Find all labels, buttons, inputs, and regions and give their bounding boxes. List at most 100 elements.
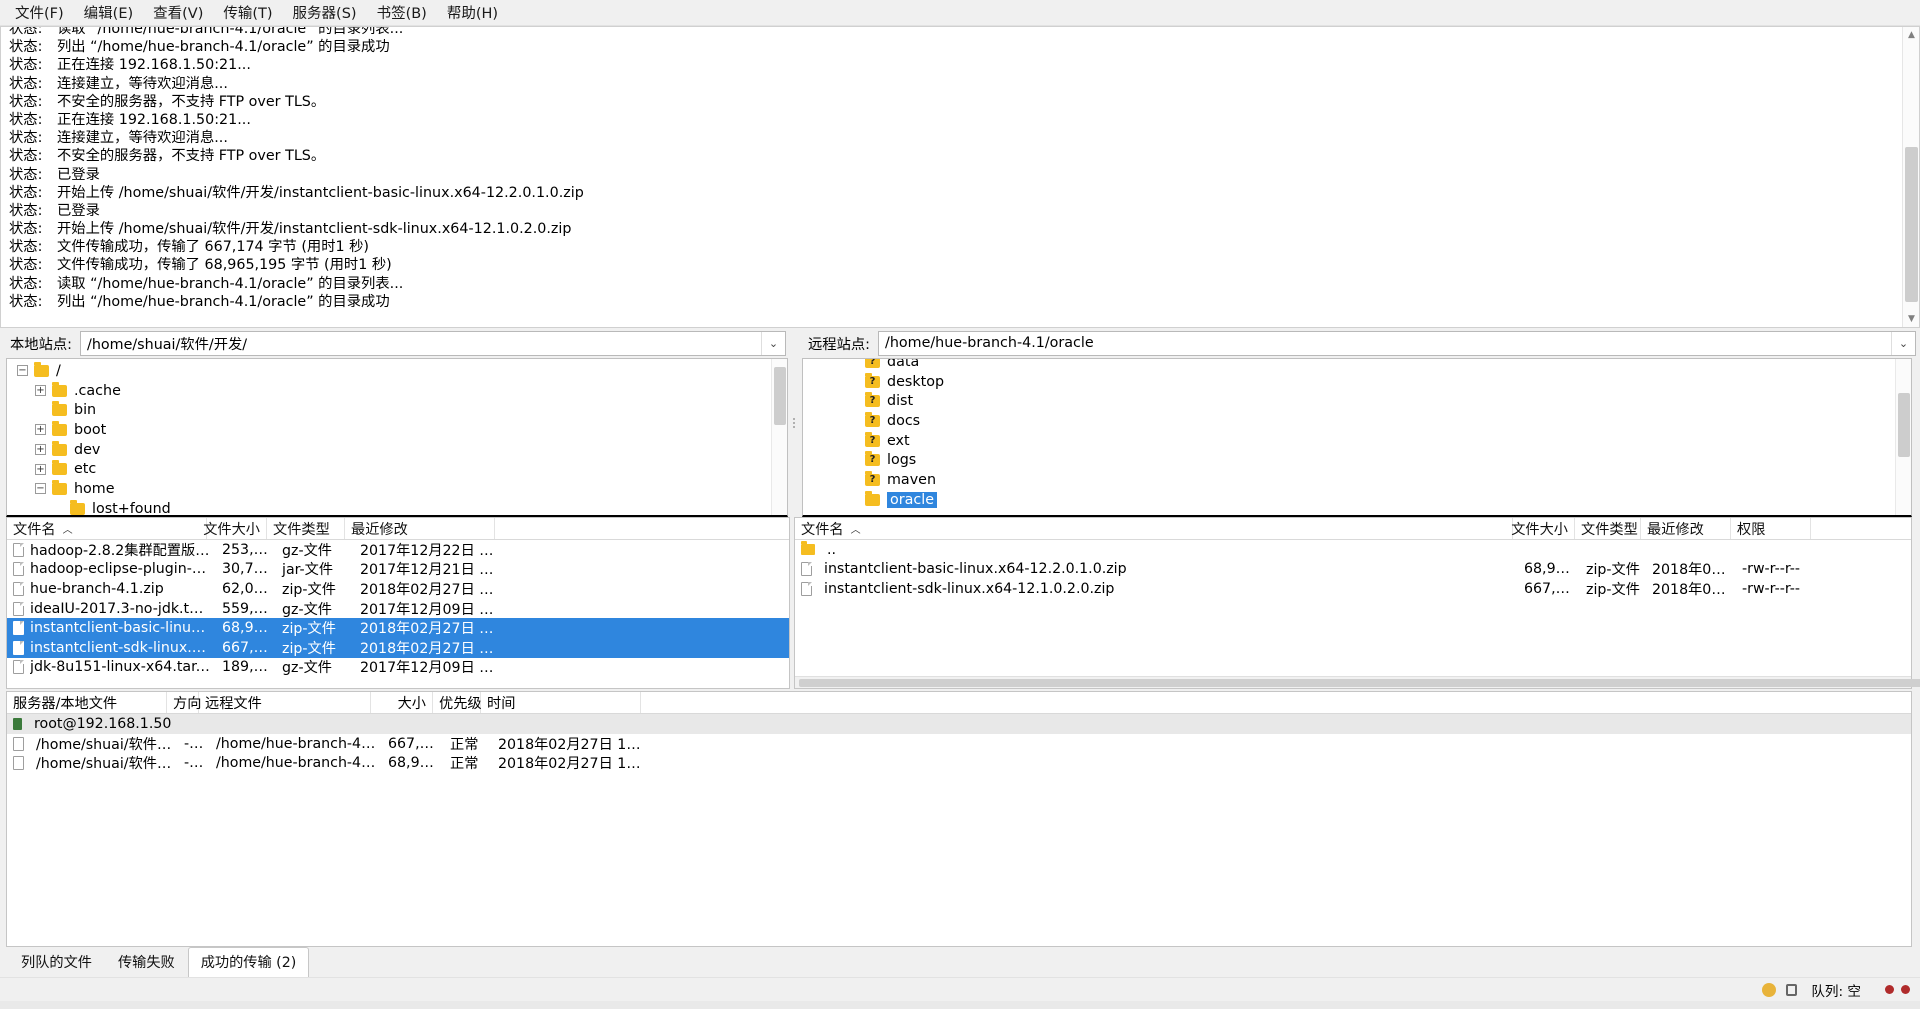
table-row[interactable]: instantclient-basic-linux.x64-12.2.0.1.0… <box>795 560 1911 580</box>
table-row[interactable]: hadoop-2.8.2集群配置版.tar.gz 253,630,508 gz-文件… <box>7 540 789 560</box>
col-filename[interactable]: 文件名 ︿ <box>795 518 1513 539</box>
log-line: 状态: 已登录 <box>9 202 1901 220</box>
remote-file-list-hscrollbar[interactable] <box>795 676 1920 688</box>
local-tree-item[interactable]: bin <box>7 400 770 420</box>
col-server-local-file[interactable]: 服务器/本地文件 <box>7 692 167 713</box>
tab-queued-files[interactable]: 列队的文件 <box>8 947 105 977</box>
local-directory-tree[interactable]: − / + .cache bin + boot + dev + etc − home lost+found <box>6 358 788 517</box>
chevron-down-icon[interactable]: ⌄ <box>1891 331 1915 355</box>
col-modified[interactable]: 最近修改 <box>1641 518 1731 539</box>
local-tree-item-label: dev <box>74 441 101 458</box>
col-filetype[interactable]: 文件类型 <box>1575 518 1641 539</box>
col-remote-file[interactable]: 远程文件 <box>199 692 371 713</box>
local-tree-item[interactable]: + dev <box>7 440 770 460</box>
remote-tree-item[interactable]: data <box>803 359 1894 372</box>
local-tree-item[interactable]: − home <box>7 479 770 499</box>
col-direction[interactable]: 方向 <box>167 692 201 713</box>
menu-bookmark[interactable]: 书签(B) <box>368 0 436 26</box>
scroll-up-icon[interactable]: ▲ <box>1903 27 1919 43</box>
log-line: 状态: 不安全的服务器，不支持 FTP over TLS。 <box>9 147 1901 165</box>
scrollbar-thumb[interactable] <box>774 367 786 425</box>
col-size[interactable]: 大小 <box>371 692 433 713</box>
table-row[interactable]: ideaIU-2017.3-no-jdk.tar.gz 559,680,168 gz… <box>7 599 789 619</box>
table-row[interactable]: instantclient-sdk-linux.x64-12.1.0.2.0.z… <box>795 579 1911 599</box>
col-permissions[interactable]: 权限 <box>1731 518 1811 539</box>
tab-failed-transfers[interactable]: 传输失败 <box>105 947 188 977</box>
remote-tree-item[interactable]: desktop <box>803 372 1894 392</box>
col-priority[interactable]: 优先级 <box>433 692 482 713</box>
col-filesize[interactable]: 文件大小 <box>203 518 267 539</box>
local-tree-item[interactable]: + etc <box>7 459 770 479</box>
directory-trees-row: 本地站点: ⌄ −/+.cachebin+boot+dev+etc−homelo… <box>0 328 1920 517</box>
remote-site-input[interactable] <box>879 331 1891 355</box>
local-tree-item[interactable]: lost+found <box>7 499 770 515</box>
file-icon <box>13 660 24 675</box>
scroll-down-icon[interactable]: ▼ <box>1903 311 1919 327</box>
log-line: 状态: 不安全的服务器，不支持 FTP over TLS。 <box>9 93 1901 111</box>
server-icon <box>13 717 22 730</box>
transfer-queue-body[interactable]: root@192.168.1.50/home/shuai/软件/开发/... --… <box>7 714 1911 946</box>
menu-view[interactable]: 查看(V) <box>144 0 212 26</box>
col-filesize[interactable]: 文件大小 <box>1511 518 1575 539</box>
menu-help[interactable]: 帮助(H) <box>438 0 507 26</box>
log-line-prefix: 状态: <box>9 221 43 238</box>
col-time[interactable]: 时间 <box>481 692 641 713</box>
remote-tree-item[interactable]: logs <box>803 450 1894 470</box>
col-modified[interactable]: 最近修改 <box>345 518 495 539</box>
menu-transfer[interactable]: 传输(T) <box>214 0 281 26</box>
queue-row[interactable]: /home/shuai/软件/开发/... -->> /home/hue-branc… <box>7 734 1911 754</box>
local-site-input[interactable] <box>81 331 761 355</box>
folder-unknown-icon <box>865 372 880 388</box>
log-line-prefix: 状态: <box>9 130 43 147</box>
cell-filetype: gz-文件 <box>282 660 332 677</box>
expand-icon[interactable]: + <box>35 385 46 397</box>
table-row[interactable]: instantclient-sdk-linux.x64-12.1.0.... 66… <box>7 637 789 658</box>
table-row[interactable]: hue-branch-4.1.zip 62,017,484 zip-文件 2018年0… <box>7 579 789 599</box>
table-row[interactable]: instantclient-basic-linux.x64-12.2.... 68… <box>7 618 789 638</box>
expand-icon[interactable]: + <box>35 463 46 475</box>
parent-directory-row[interactable]: .. <box>795 540 1911 560</box>
col-filetype[interactable]: 文件类型 <box>267 518 345 539</box>
menu-file[interactable]: 文件(F) <box>6 0 73 26</box>
remote-tree-item[interactable]: dist <box>803 391 1894 411</box>
scrollbar-thumb[interactable] <box>1898 393 1910 457</box>
chevron-down-icon[interactable]: ⌄ <box>761 331 785 355</box>
local-tree-item[interactable]: + .cache <box>7 381 770 401</box>
collapse-icon[interactable]: − <box>17 365 28 377</box>
col-modified-label: 最近修改 <box>1647 521 1704 538</box>
table-row[interactable]: hadoop-eclipse-plugin-2.6.0.jar 30,780,06… <box>7 560 789 580</box>
message-log-scrollbar[interactable]: ▲ ▼ <box>1902 27 1919 327</box>
queue-row[interactable]: /home/shuai/软件/开发/... -->> /home/hue-branc… <box>7 753 1911 773</box>
folder-icon <box>865 490 880 506</box>
local-tree-item[interactable]: + boot <box>7 420 770 440</box>
remote-site-combo[interactable]: ⌄ <box>878 330 1916 356</box>
scrollbar-thumb[interactable] <box>799 679 1920 687</box>
local-tree-scrollbar[interactable] <box>771 359 787 515</box>
remote-tree-item[interactable]: maven <box>803 470 1894 490</box>
menu-server[interactable]: 服务器(S) <box>284 0 366 26</box>
menu-edit[interactable]: 编辑(E) <box>75 0 142 26</box>
tab-successful-transfers[interactable]: 成功的传输 (2) <box>187 947 310 977</box>
folder-icon <box>52 440 67 456</box>
remote-tree-item[interactable]: docs <box>803 411 1894 431</box>
local-tree-item[interactable]: − / <box>7 361 770 381</box>
local-tree-item-label: lost+found <box>92 500 171 515</box>
folder-unknown-icon <box>865 470 880 486</box>
remote-tree-item-label: dist <box>887 393 914 410</box>
remote-tree-item[interactable]: oracle <box>803 490 1894 510</box>
local-file-list-body[interactable]: hadoop-2.8.2集群配置版.tar.gz 253,630,508 gz-文件… <box>7 540 789 688</box>
expand-icon[interactable]: + <box>35 424 46 436</box>
remote-tree-item[interactable]: ext <box>803 431 1894 451</box>
table-row[interactable]: jdk-8u151-linux-x64.tar.gz 189,736,377 gz-… <box>7 658 789 678</box>
col-filename[interactable]: 文件名 ︿ <box>7 518 207 539</box>
scrollbar-thumb[interactable] <box>1905 147 1918 302</box>
remote-tree-scrollbar[interactable] <box>1895 359 1911 515</box>
queue-server-row[interactable]: root@192.168.1.50 <box>7 714 1911 734</box>
remote-directory-tree[interactable]: data desktop dist docs ext logs maven oracle <box>802 358 1912 517</box>
pane-splitter[interactable] <box>790 328 798 517</box>
remote-file-list-body[interactable]: .. instantclient-basic-linux.x64-12.2.0.1… <box>795 540 1911 676</box>
collapse-icon[interactable]: − <box>35 483 46 495</box>
remote-file-list: 文件名 ︿ 文件大小 文件类型 最近修改 权限 .. instantclient-basic… <box>794 517 1920 689</box>
local-site-combo[interactable]: ⌄ <box>80 330 786 356</box>
expand-icon[interactable]: + <box>35 444 46 456</box>
